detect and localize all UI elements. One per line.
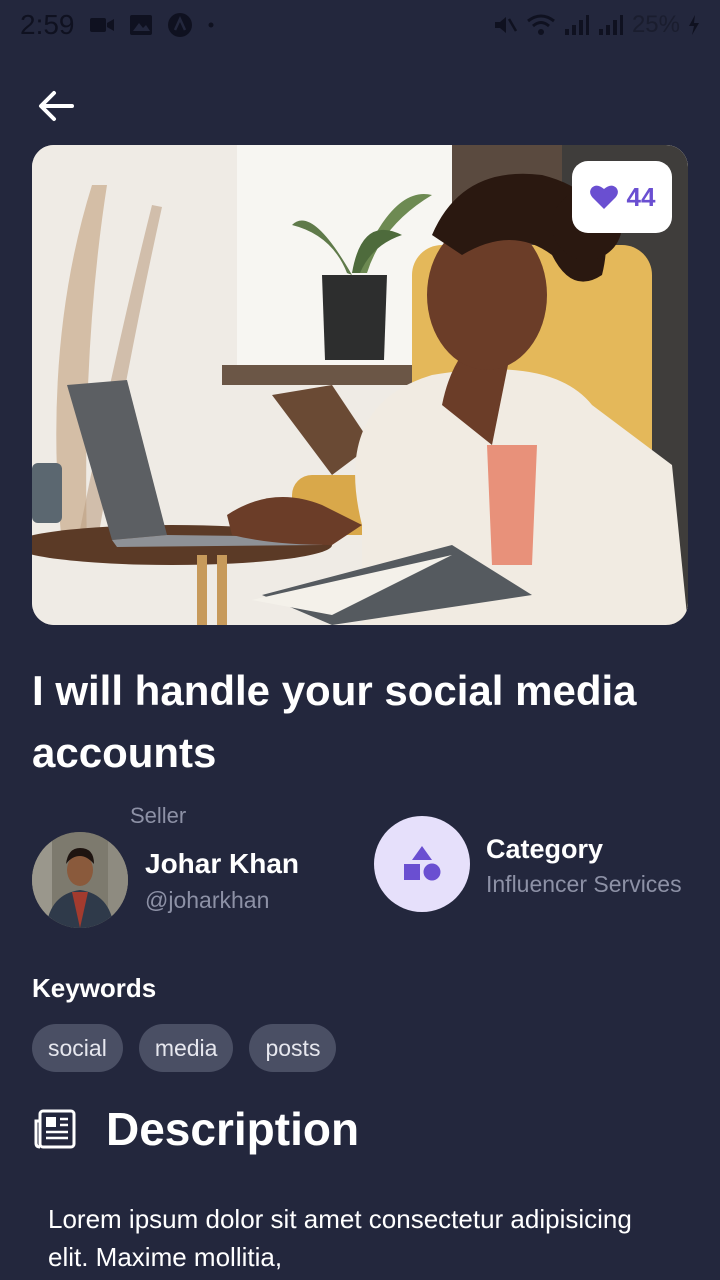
category-value: Influencer Services [486, 871, 682, 897]
signal-icon [564, 14, 590, 36]
newspaper-icon [34, 1109, 76, 1149]
gig-image: 44 [32, 145, 688, 625]
like-button[interactable]: 44 [572, 161, 672, 233]
seller-name[interactable]: Johar Khan [145, 848, 299, 880]
battery-percent: 25% [631, 11, 680, 38]
description-title: Description [106, 1103, 360, 1155]
seller-handle: @joharkhan [145, 887, 270, 913]
keyword-chip[interactable]: media [138, 1024, 234, 1072]
keywords-label: Keywords [32, 973, 157, 1003]
like-count: 44 [626, 181, 656, 212]
gig-title: I will handle your social media accounts [32, 667, 637, 776]
wifi-icon [526, 13, 556, 37]
description-text: Lorem ipsum dolor sit amet consectetur a… [48, 1204, 632, 1272]
back-button[interactable] [34, 84, 78, 128]
category-icon-badge [374, 816, 470, 912]
keyword-chip[interactable]: social [32, 1024, 123, 1072]
description-header: Description [34, 1102, 359, 1156]
keyword-chips: social media posts [32, 1024, 337, 1072]
keyword-chip[interactable]: posts [249, 1024, 337, 1072]
signal-icon-2 [598, 14, 624, 36]
arrow-left-icon [39, 91, 74, 121]
more-notifications-icon [207, 21, 215, 29]
video-call-icon [89, 15, 115, 35]
seller-label: Seller [130, 803, 187, 828]
mute-icon [492, 13, 518, 37]
status-bar: 2:59 25% [0, 0, 720, 50]
category-label: Category [486, 834, 604, 864]
seller-avatar[interactable] [32, 832, 128, 928]
status-time: 2:59 [20, 9, 75, 40]
avatar-image [32, 832, 128, 928]
charging-icon [688, 14, 700, 36]
shapes-icon [404, 846, 441, 881]
image-icon [129, 14, 153, 36]
app-icon [167, 12, 193, 38]
heart-icon [589, 185, 618, 209]
